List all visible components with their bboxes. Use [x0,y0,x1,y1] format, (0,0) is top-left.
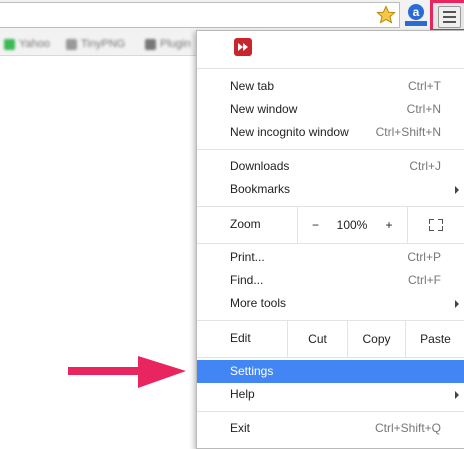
menu-item-bookmarks[interactable]: Bookmarks [197,178,464,201]
edit-row: Edit Cut Copy Paste [197,321,464,357]
cut-button[interactable]: Cut [287,321,347,357]
submenu-arrow-icon [455,186,459,194]
menu-item-help[interactable]: Help [197,383,464,406]
menu-divider [197,68,464,69]
bookmark-star-icon[interactable] [376,5,396,25]
menu-item-new-tab[interactable]: New tab Ctrl+T [197,75,464,98]
bookmark-favicon-icon [4,38,15,50]
submenu-arrow-icon [455,391,459,399]
chrome-menu: New tab Ctrl+T New window Ctrl+N New inc… [196,30,464,449]
bookmark-favicon-icon [66,38,77,50]
menu-item-more-tools[interactable]: More tools [197,292,464,315]
paste-button[interactable]: Paste [405,321,464,357]
menu-item-find[interactable]: Find... Ctrl+F [197,269,464,292]
extension-icon[interactable]: a [405,4,427,28]
menu-item-exit[interactable]: Exit Ctrl+Shift+Q [197,417,464,440]
copy-button[interactable]: Copy [347,321,405,357]
menu-item-new-window[interactable]: New window Ctrl+N [197,98,464,121]
bookmark-item[interactable]: Yahoo [4,38,50,50]
chrome-menu-button[interactable] [430,0,464,32]
extension-badge: a [408,4,424,20]
menu-item-print[interactable]: Print... Ctrl+P [197,246,464,269]
fullscreen-icon [429,219,443,231]
menu-divider [197,411,464,412]
adblock-icon[interactable] [234,38,252,56]
zoom-row: Zoom − 100% + [197,207,464,243]
menu-item-new-incognito-window[interactable]: New incognito window Ctrl+Shift+N [197,121,464,144]
bookmark-favicon-icon [145,38,156,50]
zoom-out-button[interactable]: − [297,207,333,243]
bookmark-item[interactable]: TinyPNG [66,38,125,50]
zoom-level: 100% [336,218,368,232]
submenu-arrow-icon [455,300,459,308]
annotation-arrow-icon [68,356,186,388]
browser-toolbar: a [0,0,464,32]
menu-item-downloads[interactable]: Downloads Ctrl+J [197,155,464,178]
hamburger-menu-icon [438,6,461,28]
bookmark-item[interactable]: Plugin [145,38,191,50]
menu-item-settings[interactable]: Settings [197,360,464,383]
menu-divider [197,243,464,244]
address-bar[interactable] [0,2,400,28]
zoom-in-button[interactable]: + [371,207,407,243]
menu-divider [197,149,464,150]
menu-divider [197,357,464,358]
